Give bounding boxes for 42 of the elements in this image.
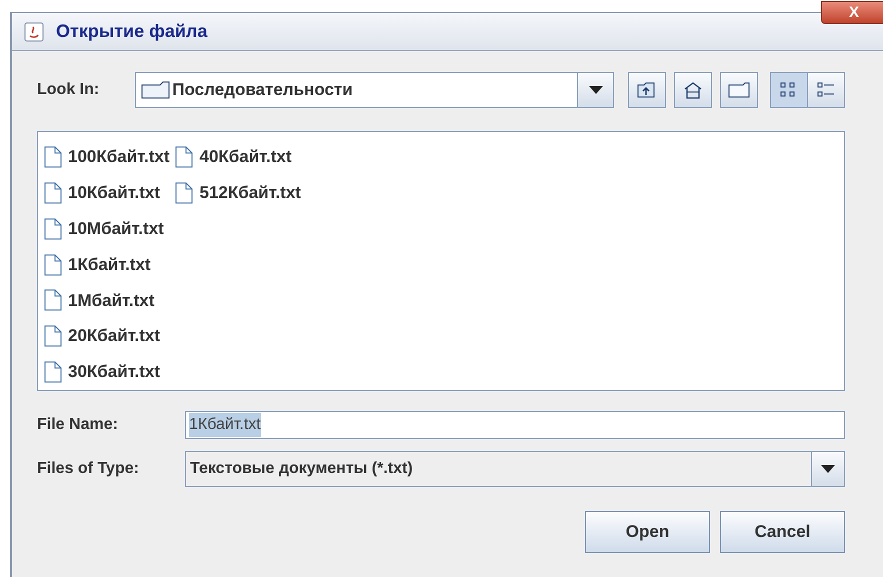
file-icon [175,146,194,168]
file-icon [44,361,62,384]
toolbar-button[interactable] [628,72,666,108]
file-item[interactable]: 1Кбайт.txt [44,246,170,282]
file-item[interactable]: 40Кбайт.txt [175,139,301,175]
look-in-label: Look In: [37,80,100,100]
file-icon [44,325,62,348]
file-icon [44,146,62,168]
file-item[interactable]: 20Кбайт.txt [44,318,170,354]
home-icon [683,81,703,99]
file-item[interactable]: 10Кбайт.txt [44,174,170,211]
toolbar-button[interactable] [674,72,712,108]
file-icon [44,218,62,240]
file-icon [44,182,62,204]
file-item[interactable]: 100Кбайт.txt [44,139,170,175]
file-name-field[interactable]: 1Кбайт.txt [185,411,845,439]
file-icon [175,182,194,204]
close-button[interactable]: X [821,1,883,24]
file-item[interactable]: 1Мбайт.txt [44,282,170,318]
toolbar-button[interactable] [720,72,758,108]
dropdown-arrow-icon [821,465,835,473]
dropdown-arrow-icon [588,86,602,94]
window-title: Открытие файла [56,20,208,43]
files-of-type-dropdown[interactable]: Текстовые документы (*.txt) [185,451,845,487]
file-item[interactable]: 30Кбайт.txt [44,354,170,390]
files-of-type-label: Files of Type: [37,459,140,479]
cancel-button[interactable]: Cancel [720,511,845,553]
toolbar-button[interactable] [770,72,808,108]
toolbar-button[interactable] [807,72,845,108]
folder-icon [140,81,170,99]
folder-icon [728,82,750,98]
file-item[interactable]: 512Кбайт.txt [175,175,301,211]
app-icon [24,22,44,42]
folder-up-icon [637,81,657,99]
file-icon [44,254,62,276]
open-button[interactable]: Open [585,511,710,553]
details-view-icon [816,81,836,99]
look-in-value: Последовательности [172,79,354,102]
look-in-dropdown[interactable]: Последовательности [135,72,614,108]
file-icon [44,289,62,312]
file-name-label: File Name: [37,415,119,435]
file-item[interactable]: 10Мбайт.txt [44,210,170,247]
